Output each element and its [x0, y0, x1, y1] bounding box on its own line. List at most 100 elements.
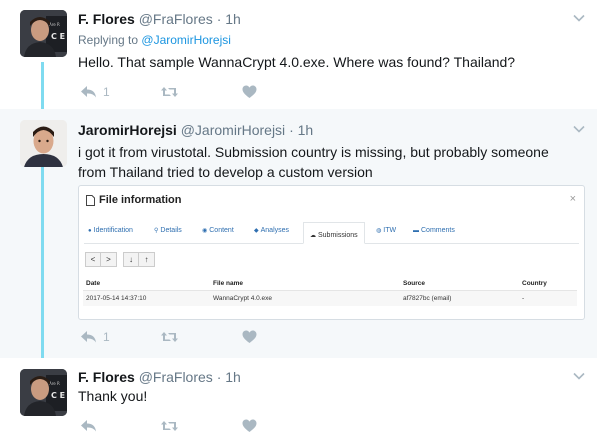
separator: ·	[289, 122, 294, 138]
avatar[interactable]: Are R C E	[20, 369, 67, 416]
pager: < > ↓ ↑	[85, 252, 155, 267]
search-icon: ⚲	[154, 228, 159, 234]
reply-icon	[81, 420, 96, 432]
display-name[interactable]: F. Flores	[78, 11, 135, 27]
svg-text:Are R: Are R	[49, 22, 60, 27]
tweet[interactable]: Are R C E F. Flores @FraFlores · 1h Than…	[0, 358, 597, 446]
card-title-text: File information	[99, 194, 182, 206]
svg-text:Are R: Are R	[49, 381, 60, 386]
shield-icon: ◆	[254, 228, 259, 234]
cell-country: -	[522, 295, 525, 302]
sort-up-button: ↑	[139, 252, 155, 267]
next-page-button: >	[101, 252, 117, 267]
card-tabs: ● Identification ⚲ Details ◉ Content ◆ Analy…	[84, 222, 579, 244]
column-header: Source	[403, 280, 426, 287]
heart-icon	[242, 330, 257, 343]
reply-button[interactable]: 1	[80, 329, 110, 345]
reply-button[interactable]	[80, 418, 97, 434]
retweet-icon	[161, 332, 178, 342]
column-header: Date	[86, 280, 101, 287]
tweet[interactable]: Are R C E F. Flores @FraFlores · 1h Repl…	[0, 0, 597, 109]
timestamp[interactable]: 1h	[225, 11, 241, 27]
retweet-button[interactable]	[160, 329, 179, 345]
column-header: Country	[522, 280, 547, 287]
separator: ·	[216, 11, 222, 27]
tab-label: Content	[209, 227, 234, 234]
like-button[interactable]	[242, 84, 257, 100]
tab-label: Analyses	[260, 227, 290, 234]
table-header-row: Date File name Source Country	[83, 276, 577, 291]
user-handle[interactable]: @FraFlores	[139, 369, 213, 385]
replying-mention-link[interactable]: @JaromirHorejsi	[141, 33, 231, 47]
tab-comments: ▬ Comments	[413, 227, 455, 234]
tab-label: ITW	[383, 227, 397, 234]
close-icon: ×	[569, 193, 576, 205]
document-icon	[86, 194, 95, 206]
tweet-text: i got it from virustotal. Submission cou…	[78, 144, 549, 180]
tweet-text: Thank you!	[78, 388, 148, 404]
tab-analyses: ◆ Analyses	[254, 227, 289, 234]
like-button[interactable]	[242, 329, 257, 345]
reply-icon	[81, 86, 96, 98]
table-row: 2017-05-14 14:37:10 WannaCrypt 4.0.exe a…	[83, 291, 577, 306]
tab-label: Identification	[93, 227, 133, 234]
avatar[interactable]: Are R C E	[20, 10, 67, 57]
retweet-button[interactable]	[160, 418, 179, 434]
replying-label: Replying to	[78, 33, 139, 47]
tab-label: Details	[160, 227, 182, 234]
heart-icon	[242, 419, 257, 432]
tweet-header: JaromirHorejsi @JaromirHorejsi · 1h	[78, 122, 313, 138]
like-button[interactable]	[242, 418, 257, 434]
tweet-header: F. Flores @FraFlores · 1h	[78, 369, 241, 385]
avatar[interactable]	[20, 120, 67, 167]
tab-submissions: ☁ Submissions	[303, 222, 365, 244]
tab-content: ◉ Content	[202, 227, 234, 234]
replying-to: Replying to @JaromirHorejsi	[78, 33, 231, 47]
user-handle[interactable]: @JaromirHorejsi	[181, 122, 285, 138]
tweet-actions: 1	[80, 329, 280, 345]
eye-icon: ◉	[202, 228, 208, 234]
chevron-down-icon[interactable]	[573, 370, 585, 382]
tweet-text: Hello. That sample WannaCrypt 4.0.exe. W…	[78, 54, 516, 70]
tweet-actions: 1	[80, 84, 280, 100]
reply-button[interactable]: 1	[80, 84, 110, 100]
display-name[interactable]: F. Flores	[78, 369, 135, 385]
timestamp[interactable]: 1h	[298, 122, 314, 138]
svg-text:C E: C E	[51, 32, 65, 41]
retweet-icon	[161, 421, 178, 431]
card-title: File information	[86, 194, 182, 206]
user-handle[interactable]: @FraFlores	[139, 11, 213, 27]
tweet-highlighted[interactable]: JaromirHorejsi @JaromirHorejsi · 1h i go…	[0, 109, 597, 358]
reply-icon	[81, 331, 96, 343]
retweet-icon	[161, 87, 178, 97]
reply-count: 1	[103, 330, 110, 344]
thread-connector	[41, 167, 44, 358]
reply-count: 1	[103, 85, 110, 99]
cell-source: af7827bc (email)	[403, 295, 452, 302]
chevron-down-icon[interactable]	[573, 12, 585, 24]
comments-icon: ▬	[413, 227, 419, 234]
column-header: File name	[213, 280, 243, 287]
tab-identification: ● Identification	[88, 227, 133, 234]
info-icon: ●	[88, 227, 92, 234]
retweet-button[interactable]	[160, 84, 179, 100]
tab-details: ⚲ Details	[154, 227, 182, 234]
submissions-table: Date File name Source Country 2017-05-14…	[83, 276, 577, 306]
cloud-icon: ☁	[310, 233, 316, 239]
tab-label: Comments	[421, 227, 455, 234]
separator: ·	[216, 369, 222, 385]
tab-label: Submissions	[318, 232, 358, 239]
sort-down-button: ↓	[123, 252, 139, 267]
tab-itw: ◍ ITW	[376, 227, 396, 234]
tweet-actions	[80, 418, 280, 434]
svg-text:C E: C E	[51, 391, 65, 400]
heart-icon	[242, 85, 257, 98]
globe-icon: ◍	[376, 228, 382, 234]
attached-image-file-information[interactable]: File information × ● Identification ⚲ Deta…	[78, 185, 585, 320]
prev-page-button: <	[85, 252, 101, 267]
display-name[interactable]: JaromirHorejsi	[78, 122, 177, 138]
cell-date: 2017-05-14 14:37:10	[86, 295, 147, 302]
chevron-down-icon[interactable]	[573, 123, 585, 135]
timestamp[interactable]: 1h	[225, 369, 241, 385]
tweet-header: F. Flores @FraFlores · 1h	[78, 11, 241, 27]
